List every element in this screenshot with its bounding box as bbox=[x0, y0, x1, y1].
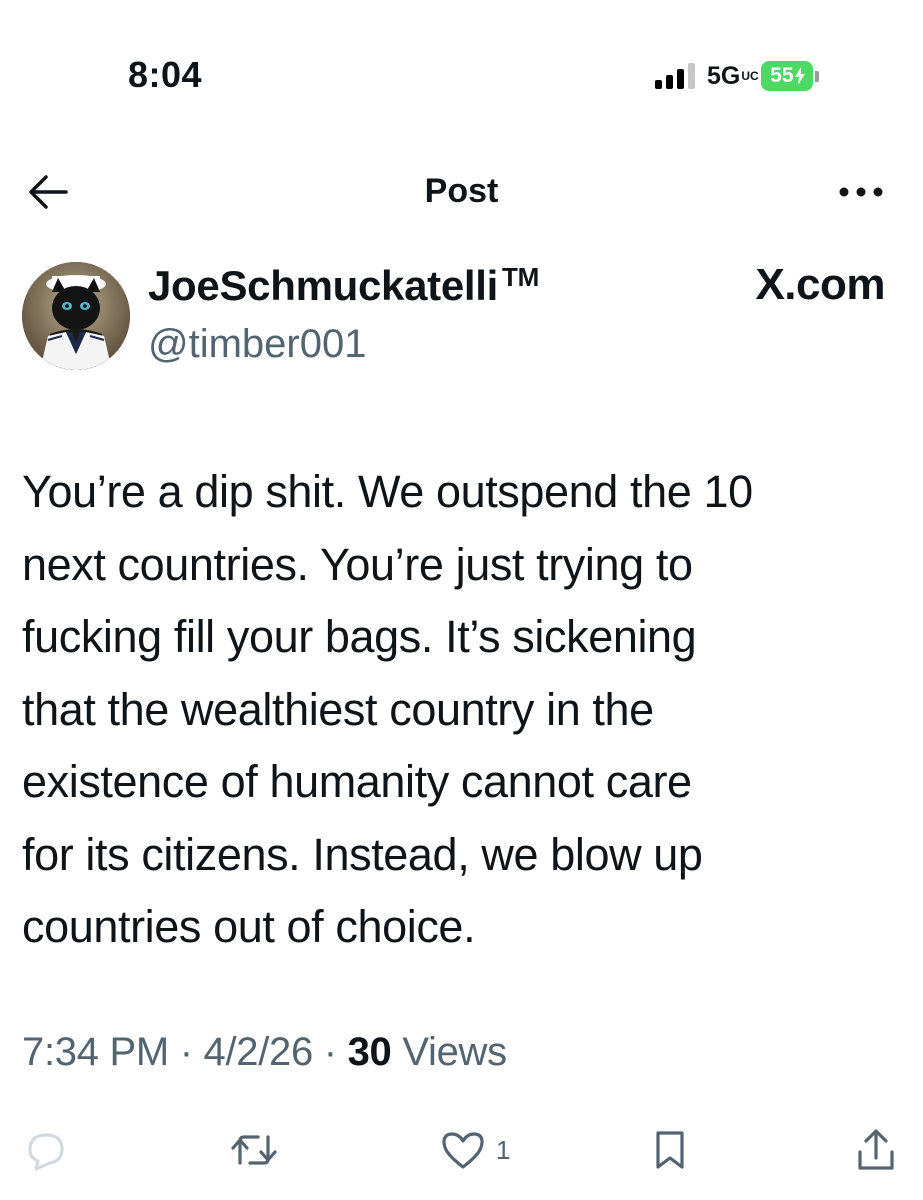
like-count: 1 bbox=[496, 1134, 511, 1165]
repost-icon bbox=[230, 1129, 278, 1171]
avatar[interactable] bbox=[22, 262, 130, 370]
network-type: 5G UC bbox=[707, 61, 759, 91]
author-handle[interactable]: @timber001 bbox=[148, 322, 366, 367]
views-count[interactable]: 30 bbox=[348, 1030, 392, 1074]
status-time: 8:04 bbox=[128, 54, 203, 95]
network-suffix: UC bbox=[741, 68, 759, 83]
trademark-mark: TM bbox=[502, 262, 539, 292]
more-dots-icon[interactable] bbox=[836, 180, 886, 204]
battery-icon: 55 bbox=[761, 61, 820, 91]
views-label: Views bbox=[402, 1030, 507, 1074]
like-button[interactable]: 1 bbox=[440, 1128, 510, 1172]
bookmark-icon bbox=[652, 1129, 688, 1171]
author-display-name[interactable]: JoeSchmuckatelli TM bbox=[148, 262, 539, 310]
battery-level: 55 bbox=[761, 61, 814, 91]
source-label: X.com bbox=[755, 260, 885, 309]
repost-button[interactable] bbox=[230, 1128, 278, 1172]
page-title: Post bbox=[424, 172, 499, 210]
share-icon bbox=[856, 1128, 896, 1172]
bookmark-button[interactable] bbox=[652, 1128, 688, 1172]
status-indicators: 5G UC 55 bbox=[655, 58, 820, 94]
post-date: 4/2/26 bbox=[203, 1030, 314, 1074]
post-screen: 8:04 5G UC 55 Post JoeSchmuckatelli TM @… bbox=[0, 0, 923, 1200]
post-meta: 7:34 PM · 4/2/26 · 30 Views bbox=[22, 1030, 507, 1074]
heart-icon bbox=[440, 1129, 486, 1171]
reply-button[interactable] bbox=[22, 1128, 66, 1172]
reply-icon bbox=[22, 1129, 66, 1171]
network-label: 5G bbox=[707, 61, 741, 90]
post-text: You’re a dip shit. We outspend the 10 ne… bbox=[22, 466, 753, 952]
share-button[interactable] bbox=[856, 1128, 896, 1172]
post-time: 7:34 PM bbox=[22, 1030, 169, 1074]
signal-strength-icon bbox=[655, 63, 695, 89]
